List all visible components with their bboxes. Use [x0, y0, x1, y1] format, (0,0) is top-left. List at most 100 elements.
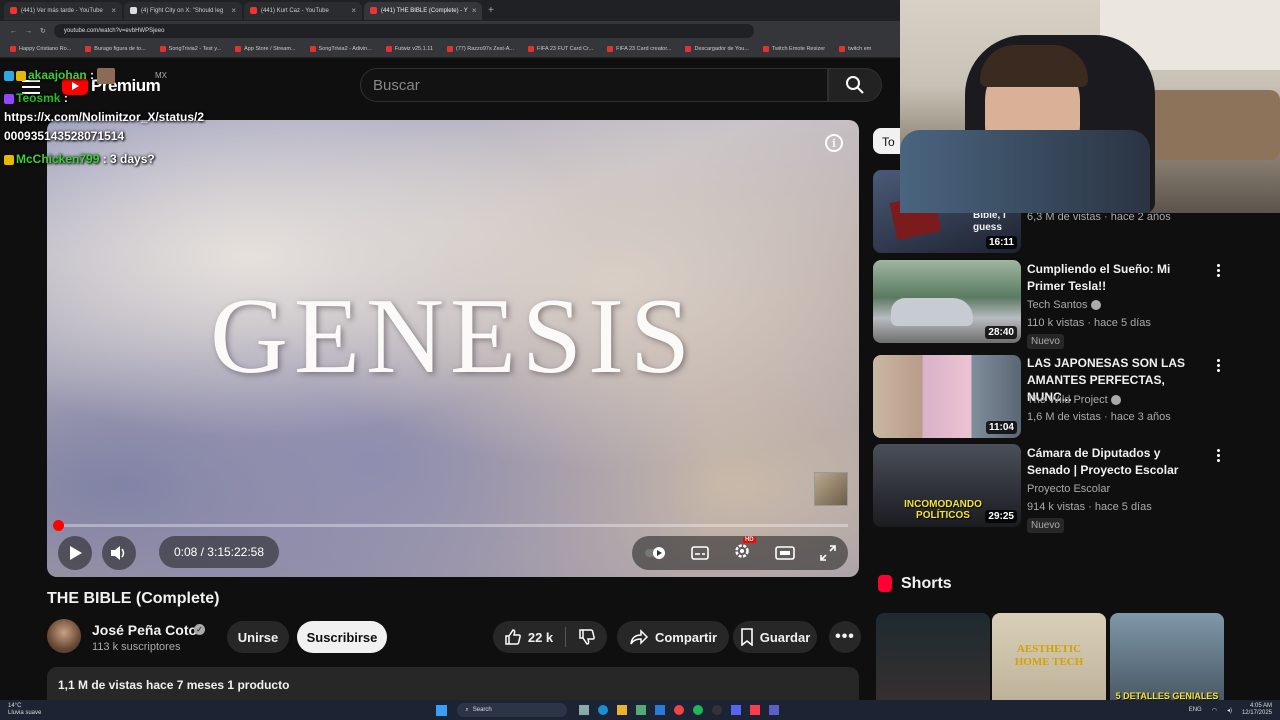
- bookmark[interactable]: FIFA 23 FUT Card Cr...: [528, 46, 593, 52]
- search-input[interactable]: Buscar: [360, 68, 828, 102]
- close-tab-icon[interactable]: ×: [351, 6, 356, 15]
- subscriber-count: 113 k suscriptores: [92, 641, 181, 653]
- bookmark-icon: [446, 46, 453, 52]
- close-tab-icon[interactable]: ×: [472, 6, 477, 15]
- bookmark[interactable]: SongTrivia2 - Test y...: [159, 46, 222, 52]
- theater-mode-icon[interactable]: [775, 546, 796, 560]
- bookmark[interactable]: App Store / Stream...: [235, 46, 296, 52]
- photos-icon[interactable]: [636, 705, 647, 715]
- like-button[interactable]: 22 k: [504, 628, 553, 646]
- share-icon: [630, 629, 648, 645]
- spotify-icon[interactable]: [693, 705, 704, 715]
- back-icon[interactable]: ←: [10, 28, 17, 35]
- play-button[interactable]: [58, 536, 92, 570]
- volume-button[interactable]: [102, 536, 136, 570]
- bookmark[interactable]: (77) Razzo97s Zest-A...: [446, 46, 514, 52]
- bookmark-label: SongTrivia2 - Test y...: [168, 46, 222, 52]
- chat-text: :: [63, 91, 68, 105]
- progress-bar[interactable]: [58, 524, 848, 527]
- related-channel[interactable]: Tech Santos: [1027, 299, 1101, 311]
- url-field[interactable]: youtube.com/watch?v=evbHWPSjeeo: [53, 24, 754, 38]
- store-icon[interactable]: [655, 705, 666, 715]
- car-icon: [891, 298, 973, 326]
- steam-icon[interactable]: [712, 705, 723, 715]
- browser-tab[interactable]: (441) Ver más tarde - YouTube ×: [4, 1, 122, 20]
- file-explorer-icon[interactable]: [617, 705, 628, 715]
- scrubber-handle[interactable]: [53, 520, 64, 531]
- shorts-icon: [878, 575, 892, 592]
- related-thumbnail[interactable]: INCOMODANDO POLÍTICOS 29:25: [873, 444, 1021, 527]
- chrome-icon[interactable]: [674, 705, 685, 715]
- browser-tab[interactable]: (441) Kurt Caz - YouTube ×: [244, 1, 362, 20]
- chat-badge-icon: [4, 71, 14, 81]
- subscribe-button[interactable]: Suscribirse: [297, 621, 387, 653]
- bookmark[interactable]: Futwiz v25.1.11: [385, 46, 433, 52]
- related-thumbnail[interactable]: 28:40: [873, 260, 1021, 343]
- close-tab-icon[interactable]: ×: [231, 6, 236, 15]
- search-placeholder: Buscar: [373, 76, 420, 94]
- bookmark[interactable]: Twitch Emote Resizer: [762, 46, 826, 52]
- os-taskbar: 14°C Lluvia suave ⌕ Search ENG ◠ ◂) 4:05 …: [0, 700, 1280, 720]
- more-vertical-icon[interactable]: [1216, 264, 1220, 279]
- language-indicator[interactable]: ENG: [1189, 707, 1202, 713]
- bookmark-label: App Store / Stream...: [244, 46, 296, 52]
- taskbar-search[interactable]: ⌕ Search: [457, 703, 568, 717]
- channel-watermark[interactable]: [814, 472, 848, 506]
- windows-start-icon[interactable]: [436, 704, 448, 716]
- clock[interactable]: 4:05 AM 12/17/2025: [1242, 703, 1272, 717]
- browser-tab[interactable]: (4) Fight City on X: "Should leg ×: [124, 1, 242, 20]
- filter-chip[interactable]: To: [873, 128, 901, 154]
- bookmark[interactable]: SongTrivia2 - Adivin...: [309, 46, 372, 52]
- new-badge: Nuevo: [1027, 518, 1064, 533]
- more-vertical-icon[interactable]: [1216, 359, 1220, 374]
- volume-icon[interactable]: ◂): [1227, 707, 1232, 714]
- bookmark[interactable]: FIFA 23 Card creator...: [607, 46, 671, 52]
- bookmark-icon: [85, 46, 92, 52]
- fullscreen-icon[interactable]: [819, 545, 836, 561]
- thumbs-up-icon: [505, 629, 521, 645]
- related-channel[interactable]: The Wild Project: [1027, 394, 1121, 406]
- divider: [565, 627, 567, 647]
- task-view-icon[interactable]: [579, 705, 590, 715]
- close-tab-icon[interactable]: ×: [111, 6, 116, 15]
- reload-icon[interactable]: ↻: [40, 27, 46, 35]
- info-icon[interactable]: i: [825, 134, 843, 152]
- subtitles-icon[interactable]: [690, 546, 709, 560]
- related-title[interactable]: Cámara de Diputados y Senado | Proyecto …: [1027, 445, 1207, 479]
- autoplay-toggle-icon[interactable]: [644, 547, 666, 559]
- thumbs-down-icon[interactable]: [578, 628, 596, 646]
- teams-icon[interactable]: [769, 705, 780, 715]
- settings-button[interactable]: HD: [733, 536, 756, 565]
- related-title[interactable]: Cumpliendo el Sueño: Mi Primer Tesla!!: [1027, 261, 1207, 295]
- share-button[interactable]: Compartir: [617, 621, 729, 653]
- bookmark-label: FIFA 23 Card creator...: [616, 46, 672, 52]
- search-button[interactable]: [828, 68, 882, 102]
- chip-label: To: [882, 135, 895, 149]
- weather-widget[interactable]: 14°C Lluvia suave: [8, 703, 41, 717]
- video-player[interactable]: GENESIS i 0:08 / 3:15:22:58 HD: [47, 120, 859, 577]
- more-actions-button[interactable]: •••: [829, 621, 861, 653]
- chat-username: Teosmk: [16, 91, 61, 105]
- bookmark-label: Twitch Emote Resizer: [771, 46, 826, 52]
- bookmark[interactable]: Descargador de You...: [685, 46, 749, 52]
- browser-tab-active[interactable]: (441) THE BIBLE (Complete) - Y ×: [364, 1, 482, 20]
- related-channel[interactable]: Proyecto Escolar: [1027, 483, 1110, 495]
- music-icon[interactable]: [750, 705, 761, 715]
- save-button[interactable]: Guardar: [733, 621, 817, 653]
- related-thumbnail[interactable]: 11:04: [873, 355, 1021, 438]
- bookmark[interactable]: Burago figura de to...: [85, 46, 146, 52]
- discord-icon[interactable]: [731, 705, 742, 715]
- bookmark[interactable]: Happy Cristiano Ro...: [10, 46, 71, 52]
- edge-icon[interactable]: [598, 705, 609, 715]
- join-button[interactable]: Unirse: [227, 621, 289, 653]
- new-tab-icon[interactable]: +: [488, 5, 494, 16]
- chat-username: akaajohan: [28, 68, 87, 83]
- clock-time: 4:05 AM: [1249, 703, 1272, 709]
- channel-name[interactable]: José Peña Coto: [92, 622, 197, 638]
- more-vertical-icon[interactable]: [1216, 449, 1220, 464]
- forward-icon[interactable]: →: [25, 28, 32, 35]
- channel-avatar[interactable]: [47, 619, 81, 653]
- wifi-icon[interactable]: ◠: [1212, 707, 1217, 714]
- chat-message: McChicken799 : 3 days?: [4, 152, 155, 166]
- bookmark[interactable]: twitch em: [839, 46, 871, 52]
